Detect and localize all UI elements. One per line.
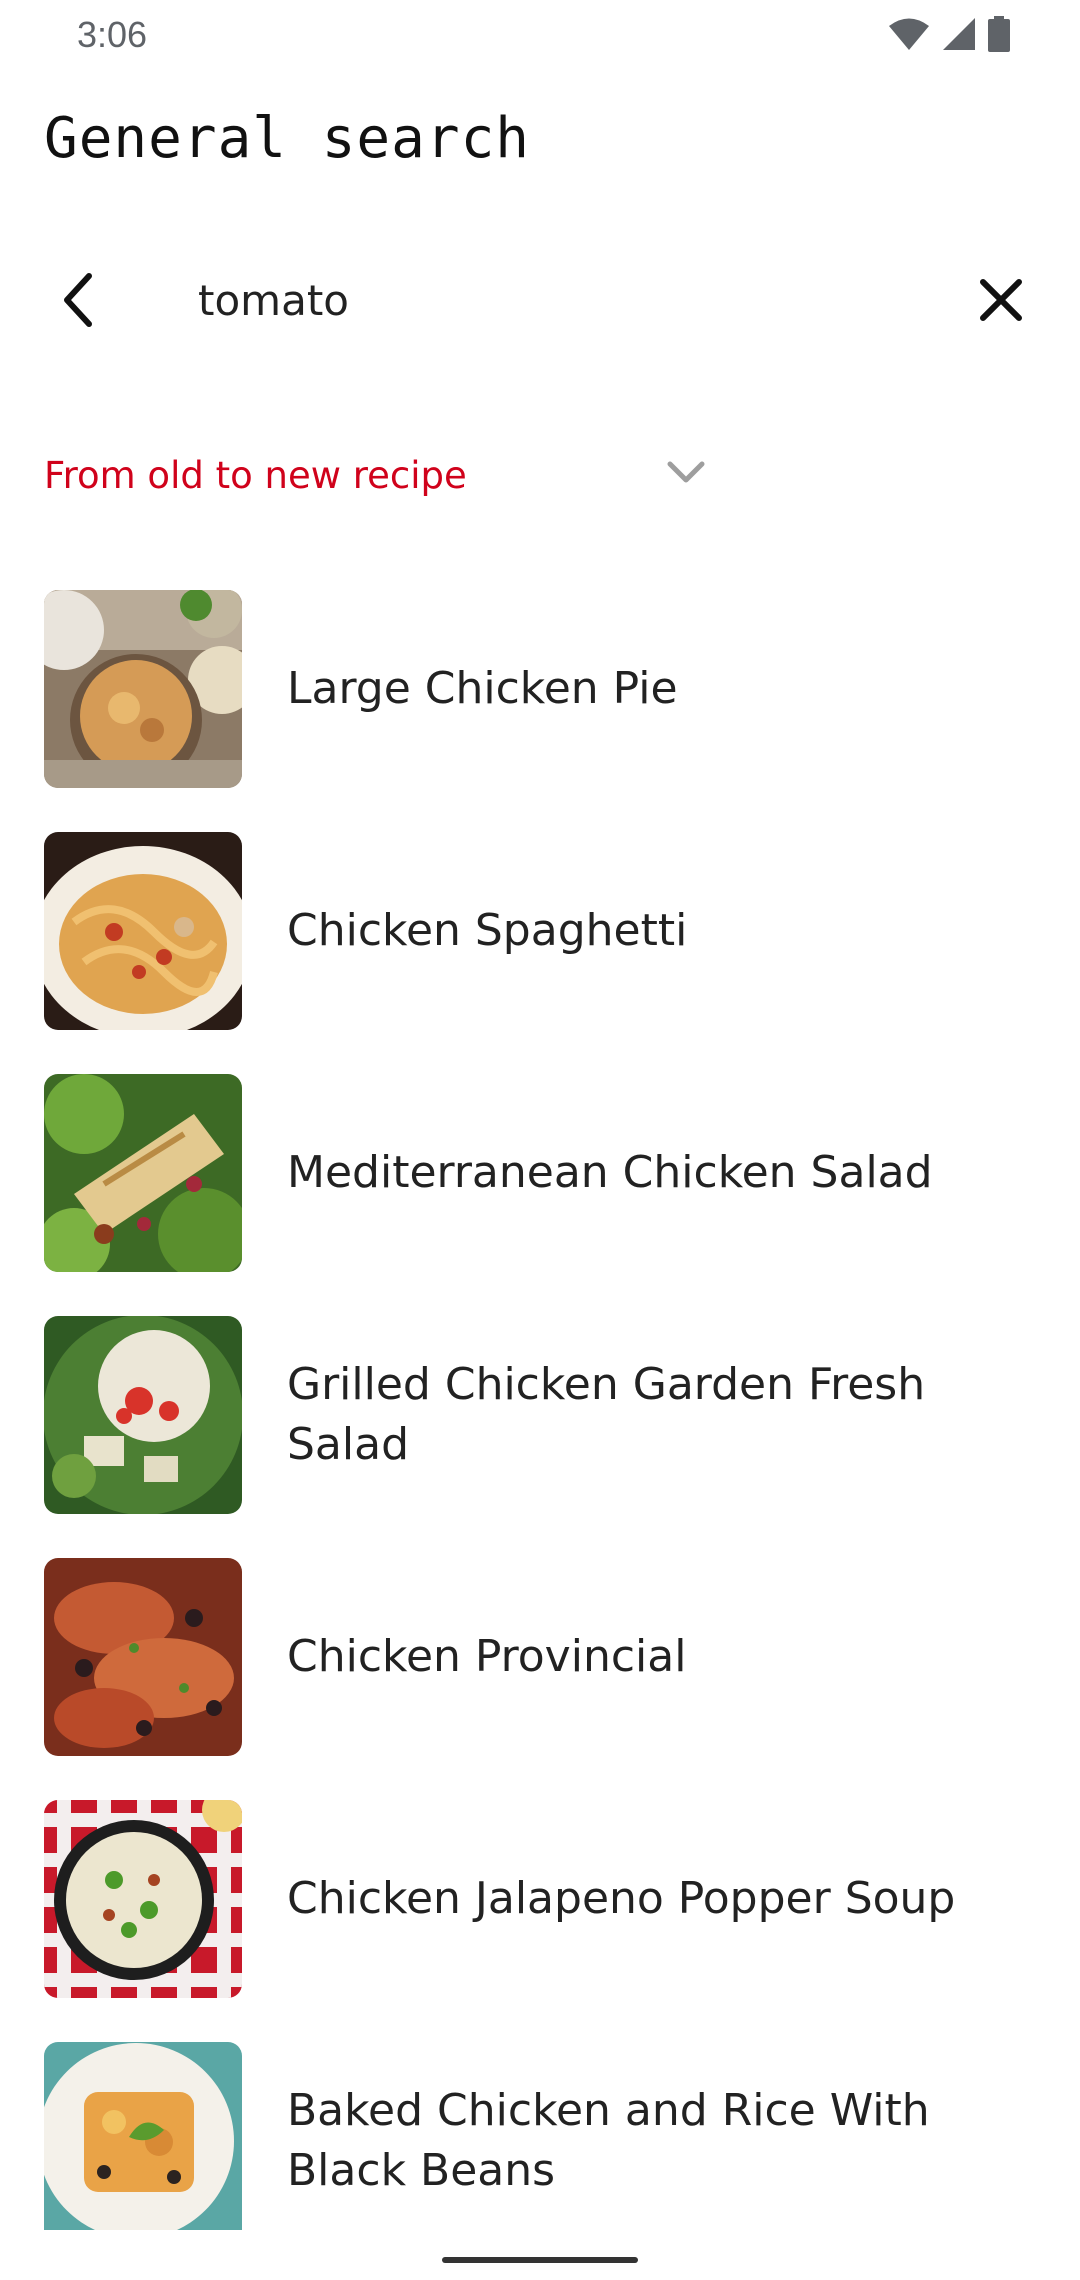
chevron-down-icon xyxy=(667,461,705,483)
wifi-icon xyxy=(889,18,929,50)
search-bar xyxy=(0,245,1080,355)
recipe-title: Large Chicken Pie xyxy=(287,663,678,714)
chevron-left-icon xyxy=(64,273,92,327)
status-bar: 3:06 xyxy=(0,0,1080,70)
recipe-row[interactable]: Baked Chicken and Rice With Black Beans xyxy=(0,2042,1080,2242)
search-input[interactable] xyxy=(198,265,938,335)
recipe-thumbnail xyxy=(44,832,242,1030)
home-indicator[interactable] xyxy=(442,2257,638,2263)
recipe-row[interactable]: Chicken Jalapeno Popper Soup xyxy=(0,1800,1080,2000)
recipe-row[interactable]: Grilled Chicken Garden Fresh Salad xyxy=(0,1316,1080,1516)
recipe-row[interactable]: Chicken Provincial xyxy=(0,1558,1080,1758)
recipe-title: Chicken Jalapeno Popper Soup xyxy=(287,1873,956,1924)
recipe-thumbnail xyxy=(44,1800,242,1998)
recipe-row[interactable]: Large Chicken Pie xyxy=(0,590,1080,790)
status-time: 3:06 xyxy=(77,14,148,55)
recipe-row[interactable]: Mediterranean Chicken Salad xyxy=(0,1074,1080,1274)
battery-icon xyxy=(988,16,1010,52)
close-icon xyxy=(980,279,1022,321)
recipe-row[interactable]: Chicken Spaghetti xyxy=(0,832,1080,1032)
recipe-title: Mediterranean Chicken Salad xyxy=(287,1147,933,1198)
recipe-title: Chicken Provincial xyxy=(287,1631,687,1682)
sort-selected-label: From old to new recipe xyxy=(44,453,467,497)
clear-search-button[interactable] xyxy=(966,265,1036,335)
page-title: General search xyxy=(44,106,531,171)
signal-icon xyxy=(943,18,975,50)
recipe-title: Chicken Spaghetti xyxy=(287,905,688,956)
recipe-thumbnail xyxy=(44,2042,242,2230)
sort-dropdown[interactable]: From old to new recipe xyxy=(44,440,724,510)
recipe-thumbnail xyxy=(44,590,242,788)
recipe-thumbnail xyxy=(44,1316,242,1514)
recipe-thumbnail xyxy=(44,1558,242,1756)
recipe-thumbnail xyxy=(44,1074,242,1272)
recipe-title: Baked Chicken and Rice With Black Beans xyxy=(287,2085,930,2196)
status-icons xyxy=(888,16,1010,52)
back-button[interactable] xyxy=(44,265,114,335)
recipe-title: Grilled Chicken Garden Fresh Salad xyxy=(287,1359,926,1470)
